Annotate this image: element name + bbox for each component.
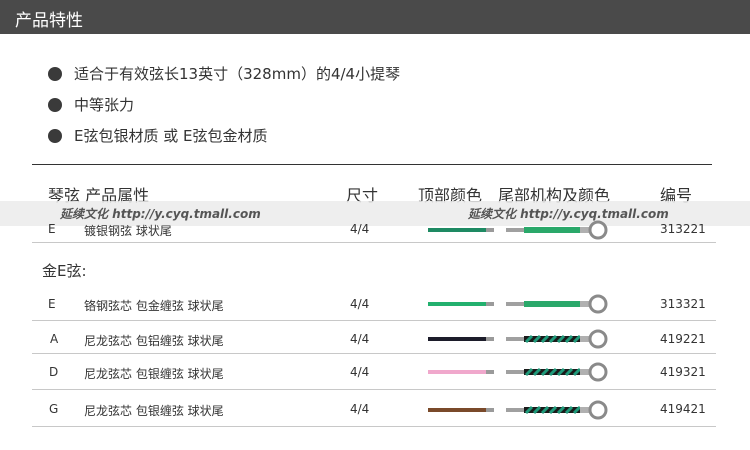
string-attr: 尼龙弦芯 包银缠弦 球状尾 — [84, 404, 224, 418]
swatch-tip — [486, 302, 494, 306]
ball-end-tail-icon — [506, 400, 608, 420]
feature-item: E弦包银材质 或 E弦包金材质 — [48, 120, 400, 151]
ball-end-tail-icon — [506, 362, 608, 382]
string-attr: 尼龙弦芯 包银缠弦 球状尾 — [84, 367, 224, 381]
string-name: D — [49, 365, 59, 379]
top-color-swatch — [428, 337, 488, 341]
header-bar: 产品特性 — [0, 0, 750, 34]
string-name: E — [48, 222, 56, 236]
feature-item: 适合于有效弦长13英寸（328mm）的4/4小提琴 — [48, 58, 400, 89]
ball-end-tail-icon — [506, 220, 608, 240]
string-size: 4/4 — [350, 365, 370, 379]
string-size: 4/4 — [350, 222, 370, 236]
string-code: 313321 — [660, 297, 706, 311]
feature-text: 中等张力 — [74, 96, 135, 114]
string-size: 4/4 — [350, 332, 370, 346]
string-name: A — [50, 332, 59, 346]
string-code: 313221 — [660, 222, 706, 236]
string-code: 419321 — [660, 365, 706, 379]
string-code: 419421 — [660, 402, 706, 416]
string-name: E — [48, 297, 56, 311]
string-size: 4/4 — [350, 402, 370, 416]
bullet-icon — [48, 128, 62, 143]
feature-item: 中等张力 — [48, 89, 400, 120]
section-label-gold: 金E弦: — [42, 262, 87, 280]
row-divider — [32, 389, 716, 390]
page-title: 产品特性 — [15, 11, 83, 31]
row-divider — [32, 320, 716, 321]
feature-text: E弦包银材质 或 E弦包金材质 — [74, 127, 268, 145]
row-divider — [32, 353, 716, 354]
string-code: 419221 — [660, 332, 706, 346]
string-size: 4/4 — [350, 297, 370, 311]
ball-end-tail-icon — [506, 294, 608, 314]
feature-list: 适合于有效弦长13英寸（328mm）的4/4小提琴 中等张力 E弦包银材质 或 … — [48, 58, 400, 151]
divider — [32, 164, 712, 165]
swatch-tip — [486, 228, 494, 232]
string-attr: 尼龙弦芯 包铝缠弦 球状尾 — [84, 334, 224, 348]
bullet-icon — [48, 66, 62, 81]
top-color-swatch — [428, 302, 488, 306]
row-divider — [32, 426, 716, 427]
string-attr: 镀银钢弦 球状尾 — [84, 224, 172, 238]
feature-text: 适合于有效弦长13英寸（328mm）的4/4小提琴 — [74, 65, 401, 83]
row-divider — [32, 242, 716, 243]
swatch-tip — [486, 370, 494, 374]
top-color-swatch — [428, 408, 488, 412]
top-color-swatch — [428, 228, 488, 232]
string-name: G — [49, 402, 59, 416]
string-attr: 铬钢弦芯 包金缠弦 球状尾 — [84, 299, 224, 313]
ball-end-tail-icon — [506, 329, 608, 349]
bullet-icon — [48, 97, 62, 112]
watermark-text: 延续文化 http://y.cyq.tmall.com — [60, 207, 261, 221]
top-color-swatch — [428, 370, 488, 374]
swatch-tip — [486, 408, 494, 412]
swatch-tip — [486, 337, 494, 341]
